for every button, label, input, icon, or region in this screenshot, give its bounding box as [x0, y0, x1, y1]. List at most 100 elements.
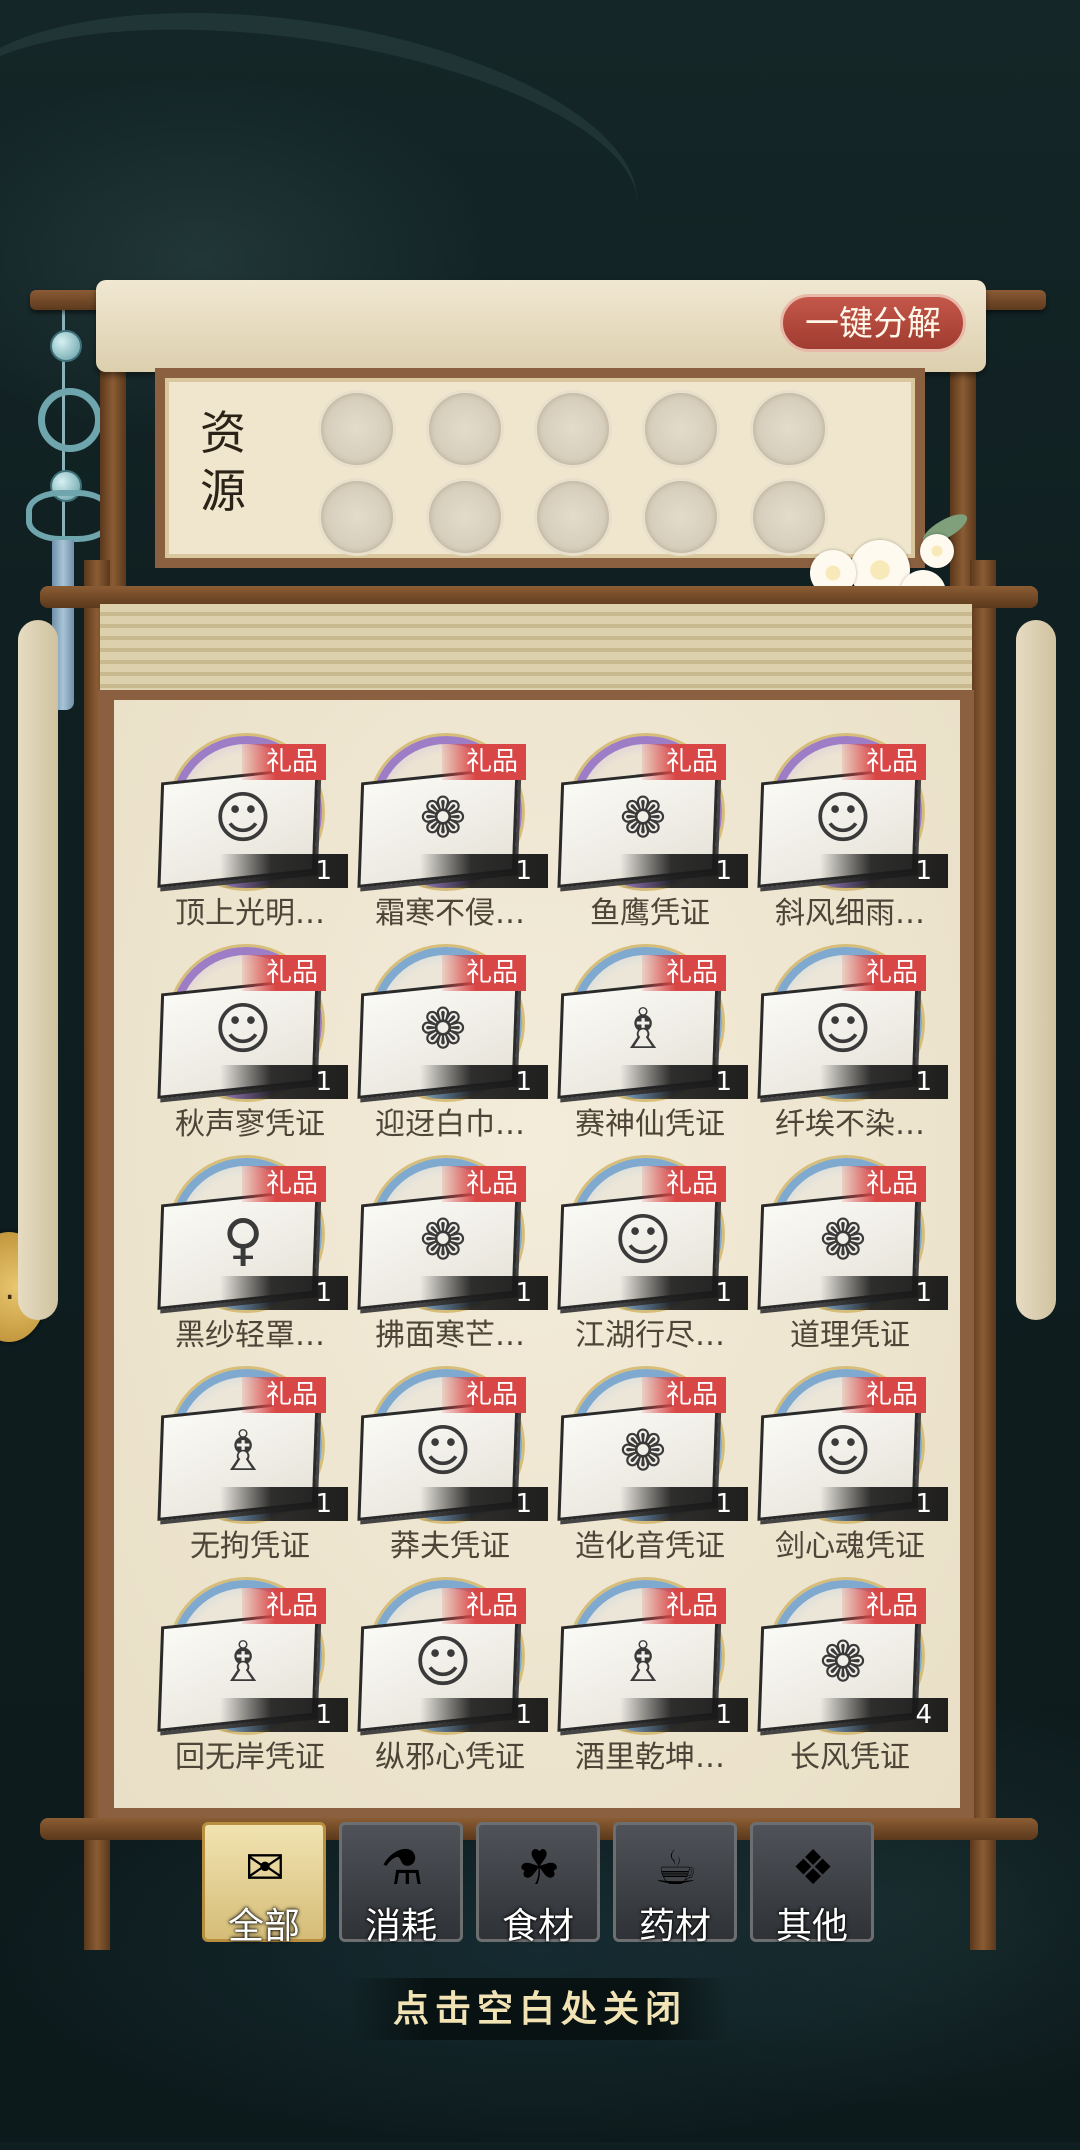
robe-sketch-icon: ♗: [617, 997, 669, 1062]
gift-tag: 礼品: [842, 1588, 926, 1624]
close-hint[interactable]: 点击空白处关闭: [350, 1978, 730, 2040]
gift-tag: 礼品: [242, 955, 326, 991]
gift-tag: 礼品: [642, 955, 726, 991]
inventory-item[interactable]: ☺ 礼品 1 纵邪心凭证: [350, 1566, 550, 1777]
empty-resource-slot[interactable]: [318, 390, 396, 468]
inventory-item[interactable]: ❁ 礼品 1 拂面寒芒…: [350, 1144, 550, 1355]
item-name: 长风凭证: [790, 1740, 910, 1775]
inventory-item[interactable]: ❁ 礼品 4 长风凭证: [750, 1566, 950, 1777]
item-name: 江湖行尽…: [575, 1318, 725, 1353]
fan-sketch-icon: ❁: [619, 786, 667, 851]
vegetable-basket-icon: ☘: [517, 1840, 561, 1896]
item-name: 无拘凭证: [190, 1529, 310, 1564]
gift-tag: 礼品: [442, 955, 526, 991]
item-name: 斜风细雨…: [775, 896, 925, 931]
empty-resource-slot[interactable]: [750, 390, 828, 468]
flower-icon: [920, 534, 954, 568]
gift-tag: 礼品: [242, 1377, 326, 1413]
inventory-item[interactable]: ☺ 礼品 1 顶上光明…: [150, 722, 350, 933]
gift-tag: 礼品: [642, 1377, 726, 1413]
gift-tag: 礼品: [642, 1166, 726, 1202]
inventory-item[interactable]: ❁ 礼品 1 霜寒不侵…: [350, 722, 550, 933]
inventory-item[interactable]: ☺ 礼品 1 江湖行尽…: [550, 1144, 750, 1355]
inventory-item[interactable]: ☺ 礼品 1 斜风细雨…: [750, 722, 950, 933]
empty-resource-slot[interactable]: [426, 478, 504, 556]
tab-treasure-chest[interactable]: ✉ 全部: [202, 1822, 326, 1947]
gift-tag: 礼品: [642, 1588, 726, 1624]
gift-tag: 礼品: [442, 1588, 526, 1624]
gold-ingot-icon: ❖: [791, 1840, 835, 1896]
robe-sketch-icon: ♗: [217, 1630, 269, 1695]
item-count: 1: [915, 856, 932, 886]
tab-label: 药材: [638, 1906, 711, 1947]
tab-label: 其他: [775, 1906, 848, 1947]
fan-sketch-icon: ❁: [419, 786, 467, 851]
item-count: 1: [315, 1278, 332, 1308]
item-name: 赛神仙凭证: [575, 1107, 725, 1142]
gift-tag: 礼品: [442, 744, 526, 780]
fan-sketch-icon: ❁: [419, 1208, 467, 1273]
item-count: 1: [915, 1489, 932, 1519]
inventory-item[interactable]: ❁ 礼品 1 鱼鹰凭证: [550, 722, 750, 933]
item-name: 回无岸凭证: [175, 1740, 325, 1775]
item-name: 秋声寥凭证: [175, 1107, 325, 1142]
fan-sketch-icon: ❁: [419, 997, 467, 1062]
pendant-bead: [50, 330, 82, 362]
item-name: 道理凭证: [790, 1318, 910, 1353]
empty-resource-slot[interactable]: [318, 478, 396, 556]
item-count: 1: [315, 1067, 332, 1097]
gift-tag: 礼品: [842, 955, 926, 991]
item-name: 纤埃不染…: [775, 1107, 925, 1142]
item-count: 1: [515, 856, 532, 886]
hair-sketch-icon: ☺: [813, 1419, 873, 1484]
item-count: 1: [715, 1489, 732, 1519]
item-count: 1: [515, 1700, 532, 1730]
hair-sketch-icon: ☺: [213, 786, 273, 851]
tab-medicine-pot[interactable]: ☕ 药材: [613, 1822, 737, 1947]
pendant-sketch-icon: ♀: [222, 1208, 264, 1273]
inventory-item[interactable]: ❁ 礼品 1 道理凭证: [750, 1144, 950, 1355]
fan-sketch-icon: ❁: [819, 1630, 867, 1695]
inventory-item[interactable]: ❁ 礼品 1 迎迓白巾…: [350, 933, 550, 1144]
medicine-pot-icon: ☕: [654, 1840, 698, 1896]
empty-resource-slot[interactable]: [534, 478, 612, 556]
inventory-item[interactable]: ☺ 礼品 1 秋声寥凭证: [150, 933, 350, 1144]
robe-sketch-icon: ♗: [217, 1419, 269, 1484]
empty-resource-slot[interactable]: [642, 390, 720, 468]
empty-resource-slot[interactable]: [426, 390, 504, 468]
item-name: 纵邪心凭证: [375, 1740, 525, 1775]
hair-sketch-icon: ☺: [413, 1630, 473, 1695]
gift-tag: 礼品: [642, 744, 726, 780]
item-count: 1: [515, 1489, 532, 1519]
inventory-item[interactable]: ♗ 礼品 1 无拘凭证: [150, 1355, 350, 1566]
tab-vegetable-basket[interactable]: ☘ 食材: [476, 1822, 600, 1947]
inventory-item[interactable]: ♗ 礼品 1 赛神仙凭证: [550, 933, 750, 1144]
gift-tag: 礼品: [442, 1377, 526, 1413]
item-count: 1: [315, 1489, 332, 1519]
item-name: 鱼鹰凭证: [590, 896, 710, 931]
gift-tag: 礼品: [242, 1588, 326, 1624]
inventory-item[interactable]: ☺ 礼品 1 莽夫凭证: [350, 1355, 550, 1566]
inventory-item[interactable]: ♗ 礼品 1 回无岸凭证: [150, 1566, 350, 1777]
inventory-item[interactable]: ♀ 礼品 1 黑纱轻罩…: [150, 1144, 350, 1355]
item-count: 1: [315, 1700, 332, 1730]
robe-sketch-icon: ♗: [617, 1630, 669, 1695]
gift-tag: 礼品: [842, 744, 926, 780]
empty-resource-slot[interactable]: [642, 478, 720, 556]
gift-tag: 礼品: [442, 1166, 526, 1202]
one-click-decompose-button[interactable]: 一键分解: [780, 294, 966, 352]
tab-gold-ingot[interactable]: ❖ 其他: [750, 1822, 874, 1947]
item-count: 1: [315, 856, 332, 886]
pendant-disk: [38, 388, 102, 452]
tab-potion[interactable]: ⚗ 消耗: [339, 1822, 463, 1947]
inventory-item[interactable]: ♗ 礼品 1 酒里乾坤…: [550, 1566, 750, 1777]
inventory-item[interactable]: ☺ 礼品 1 纤埃不染…: [750, 933, 950, 1144]
inventory-item[interactable]: ☺ 礼品 1 剑心魂凭证: [750, 1355, 950, 1566]
potion-icon: ⚗: [380, 1840, 424, 1896]
hair-sketch-icon: ☺: [413, 1419, 473, 1484]
empty-resource-slot[interactable]: [534, 390, 612, 468]
inventory-item[interactable]: ❁ 礼品 1 造化音凭证: [550, 1355, 750, 1566]
item-name: 黑纱轻罩…: [175, 1318, 325, 1353]
gift-tag: 礼品: [242, 1166, 326, 1202]
gift-tag: 礼品: [842, 1166, 926, 1202]
